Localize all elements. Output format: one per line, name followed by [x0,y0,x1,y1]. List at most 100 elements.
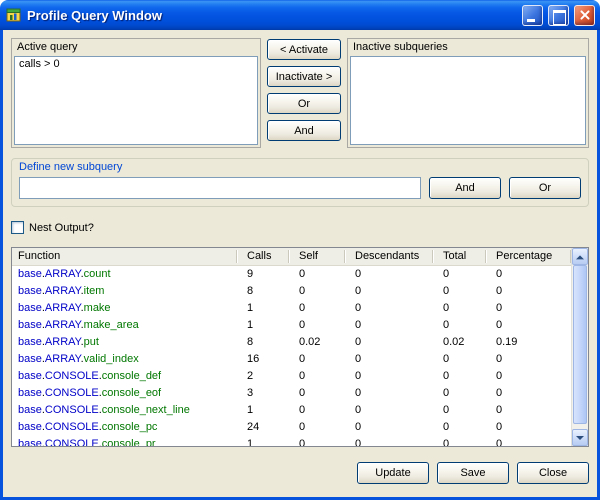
table-row[interactable]: base.ARRAY.make_area10000 [12,317,571,334]
active-query-list[interactable]: calls > 0 [14,56,258,145]
scroll-up-arrow[interactable] [572,248,588,265]
function-cell: base.CONSOLE.console_next_line [12,402,237,419]
minimize-button[interactable] [522,5,543,26]
and-button[interactable]: And [267,120,341,141]
window-title: Profile Query Window [27,8,517,23]
feature-name: item [84,285,105,297]
profile-query-window: Profile Query Window Active query calls … [0,0,600,500]
value-cell: 0 [433,419,486,436]
value-cell: 0 [289,436,345,446]
feature-name: make [84,302,111,314]
column-header-total[interactable]: Total [433,248,486,265]
subquery-and-button[interactable]: And [429,177,501,199]
vertical-scrollbar[interactable] [571,248,588,446]
value-cell: 0 [433,368,486,385]
value-cell: 0 [289,402,345,419]
value-cell: 0 [433,351,486,368]
save-button[interactable]: Save [437,462,509,484]
table-row[interactable]: base.ARRAY.item80000 [12,283,571,300]
table-row[interactable]: base.CONSOLE.console_pc240000 [12,419,571,436]
close-dialog-button[interactable]: Close [517,462,589,484]
value-cell: 0 [433,300,486,317]
scrollbar-thumb[interactable] [573,265,587,424]
value-cell: 0 [345,334,433,351]
feature-name: valid_index [84,353,139,365]
close-button[interactable] [574,5,595,26]
value-cell: 0 [345,300,433,317]
value-cell: 0 [486,385,571,402]
table-row[interactable]: base.ARRAY.make10000 [12,300,571,317]
inactive-subqueries-list[interactable] [350,56,586,145]
value-cell: 0 [289,368,345,385]
active-query-label: Active query [12,39,260,56]
function-cell: base.ARRAY.put [12,334,237,351]
subquery-input[interactable] [19,177,421,199]
column-header-descendants[interactable]: Descendants [345,248,433,265]
column-header-self[interactable]: Self [289,248,345,265]
table-row[interactable]: base.CONSOLE.console_next_line10000 [12,402,571,419]
table-row[interactable]: base.ARRAY.valid_index160000 [12,351,571,368]
feature-name: make_area [84,319,139,331]
maximize-button[interactable] [548,5,569,26]
value-cell: 0 [345,402,433,419]
window-body: Active query calls > 0 < Activate Inactiv… [0,30,600,500]
query-section: Active query calls > 0 < Activate Inactiv… [11,38,589,148]
column-header-percentage[interactable]: Percentage [486,248,571,265]
cluster-name: base [18,404,42,416]
feature-name: console_pc [102,421,158,433]
class-name: ARRAY [45,285,81,297]
inactivate-button[interactable]: Inactivate > [267,66,341,87]
cluster-name: base [18,302,42,314]
class-name: ARRAY [45,268,81,280]
or-button[interactable]: Or [267,93,341,114]
value-cell: 1 [237,317,289,334]
table-header: FunctionCallsSelfDescendantsTotalPercent… [12,248,571,266]
class-name: CONSOLE [45,404,99,416]
class-name: ARRAY [45,353,81,365]
value-cell: 0 [433,402,486,419]
function-cell: base.ARRAY.valid_index [12,351,237,368]
table-row[interactable]: base.ARRAY.put80.0200.020.19 [12,334,571,351]
nest-output-checkbox[interactable]: Nest Output? [11,221,94,234]
class-name: CONSOLE [45,387,99,399]
subquery-or-button[interactable]: Or [509,177,581,199]
value-cell: 1 [237,300,289,317]
table-row[interactable]: base.ARRAY.count90000 [12,266,571,283]
feature-name: console_def [102,370,161,382]
value-cell: 0 [486,402,571,419]
value-cell: 0 [345,385,433,402]
update-button[interactable]: Update [357,462,429,484]
table-row[interactable]: base.CONSOLE.console_eof30000 [12,385,571,402]
class-name: ARRAY [45,336,81,348]
value-cell: 9 [237,266,289,283]
bottom-buttons: Update Save Close [11,462,589,484]
feature-name: put [84,336,99,348]
class-name: ARRAY [45,302,81,314]
column-header-function[interactable]: Function [12,248,237,265]
titlebar[interactable]: Profile Query Window [0,0,600,30]
middle-buttons: < Activate Inactivate > Or And [267,38,341,148]
class-name: CONSOLE [45,438,99,446]
checkbox-box[interactable] [11,221,24,234]
cluster-name: base [18,438,42,446]
activate-button[interactable]: < Activate [267,39,341,60]
table-row[interactable]: base.CONSOLE.console_def20000 [12,368,571,385]
active-query-item[interactable]: calls > 0 [15,57,257,71]
scroll-down-arrow[interactable] [572,429,588,446]
cluster-name: base [18,268,42,280]
value-cell: 0 [486,266,571,283]
table-row[interactable]: base.CONSOLE.console_pr10000 [12,436,571,446]
value-cell: 1 [237,436,289,446]
feature-name: console_eof [102,387,161,399]
active-query-panel: Active query calls > 0 [11,38,261,148]
value-cell: 0 [486,283,571,300]
cluster-name: base [18,285,42,297]
value-cell: 0 [289,266,345,283]
value-cell: 0 [433,436,486,446]
value-cell: 0 [486,317,571,334]
value-cell: 1 [237,402,289,419]
function-cell: base.CONSOLE.console_eof [12,385,237,402]
column-header-calls[interactable]: Calls [237,248,289,265]
function-cell: base.CONSOLE.console_pc [12,419,237,436]
value-cell: 24 [237,419,289,436]
